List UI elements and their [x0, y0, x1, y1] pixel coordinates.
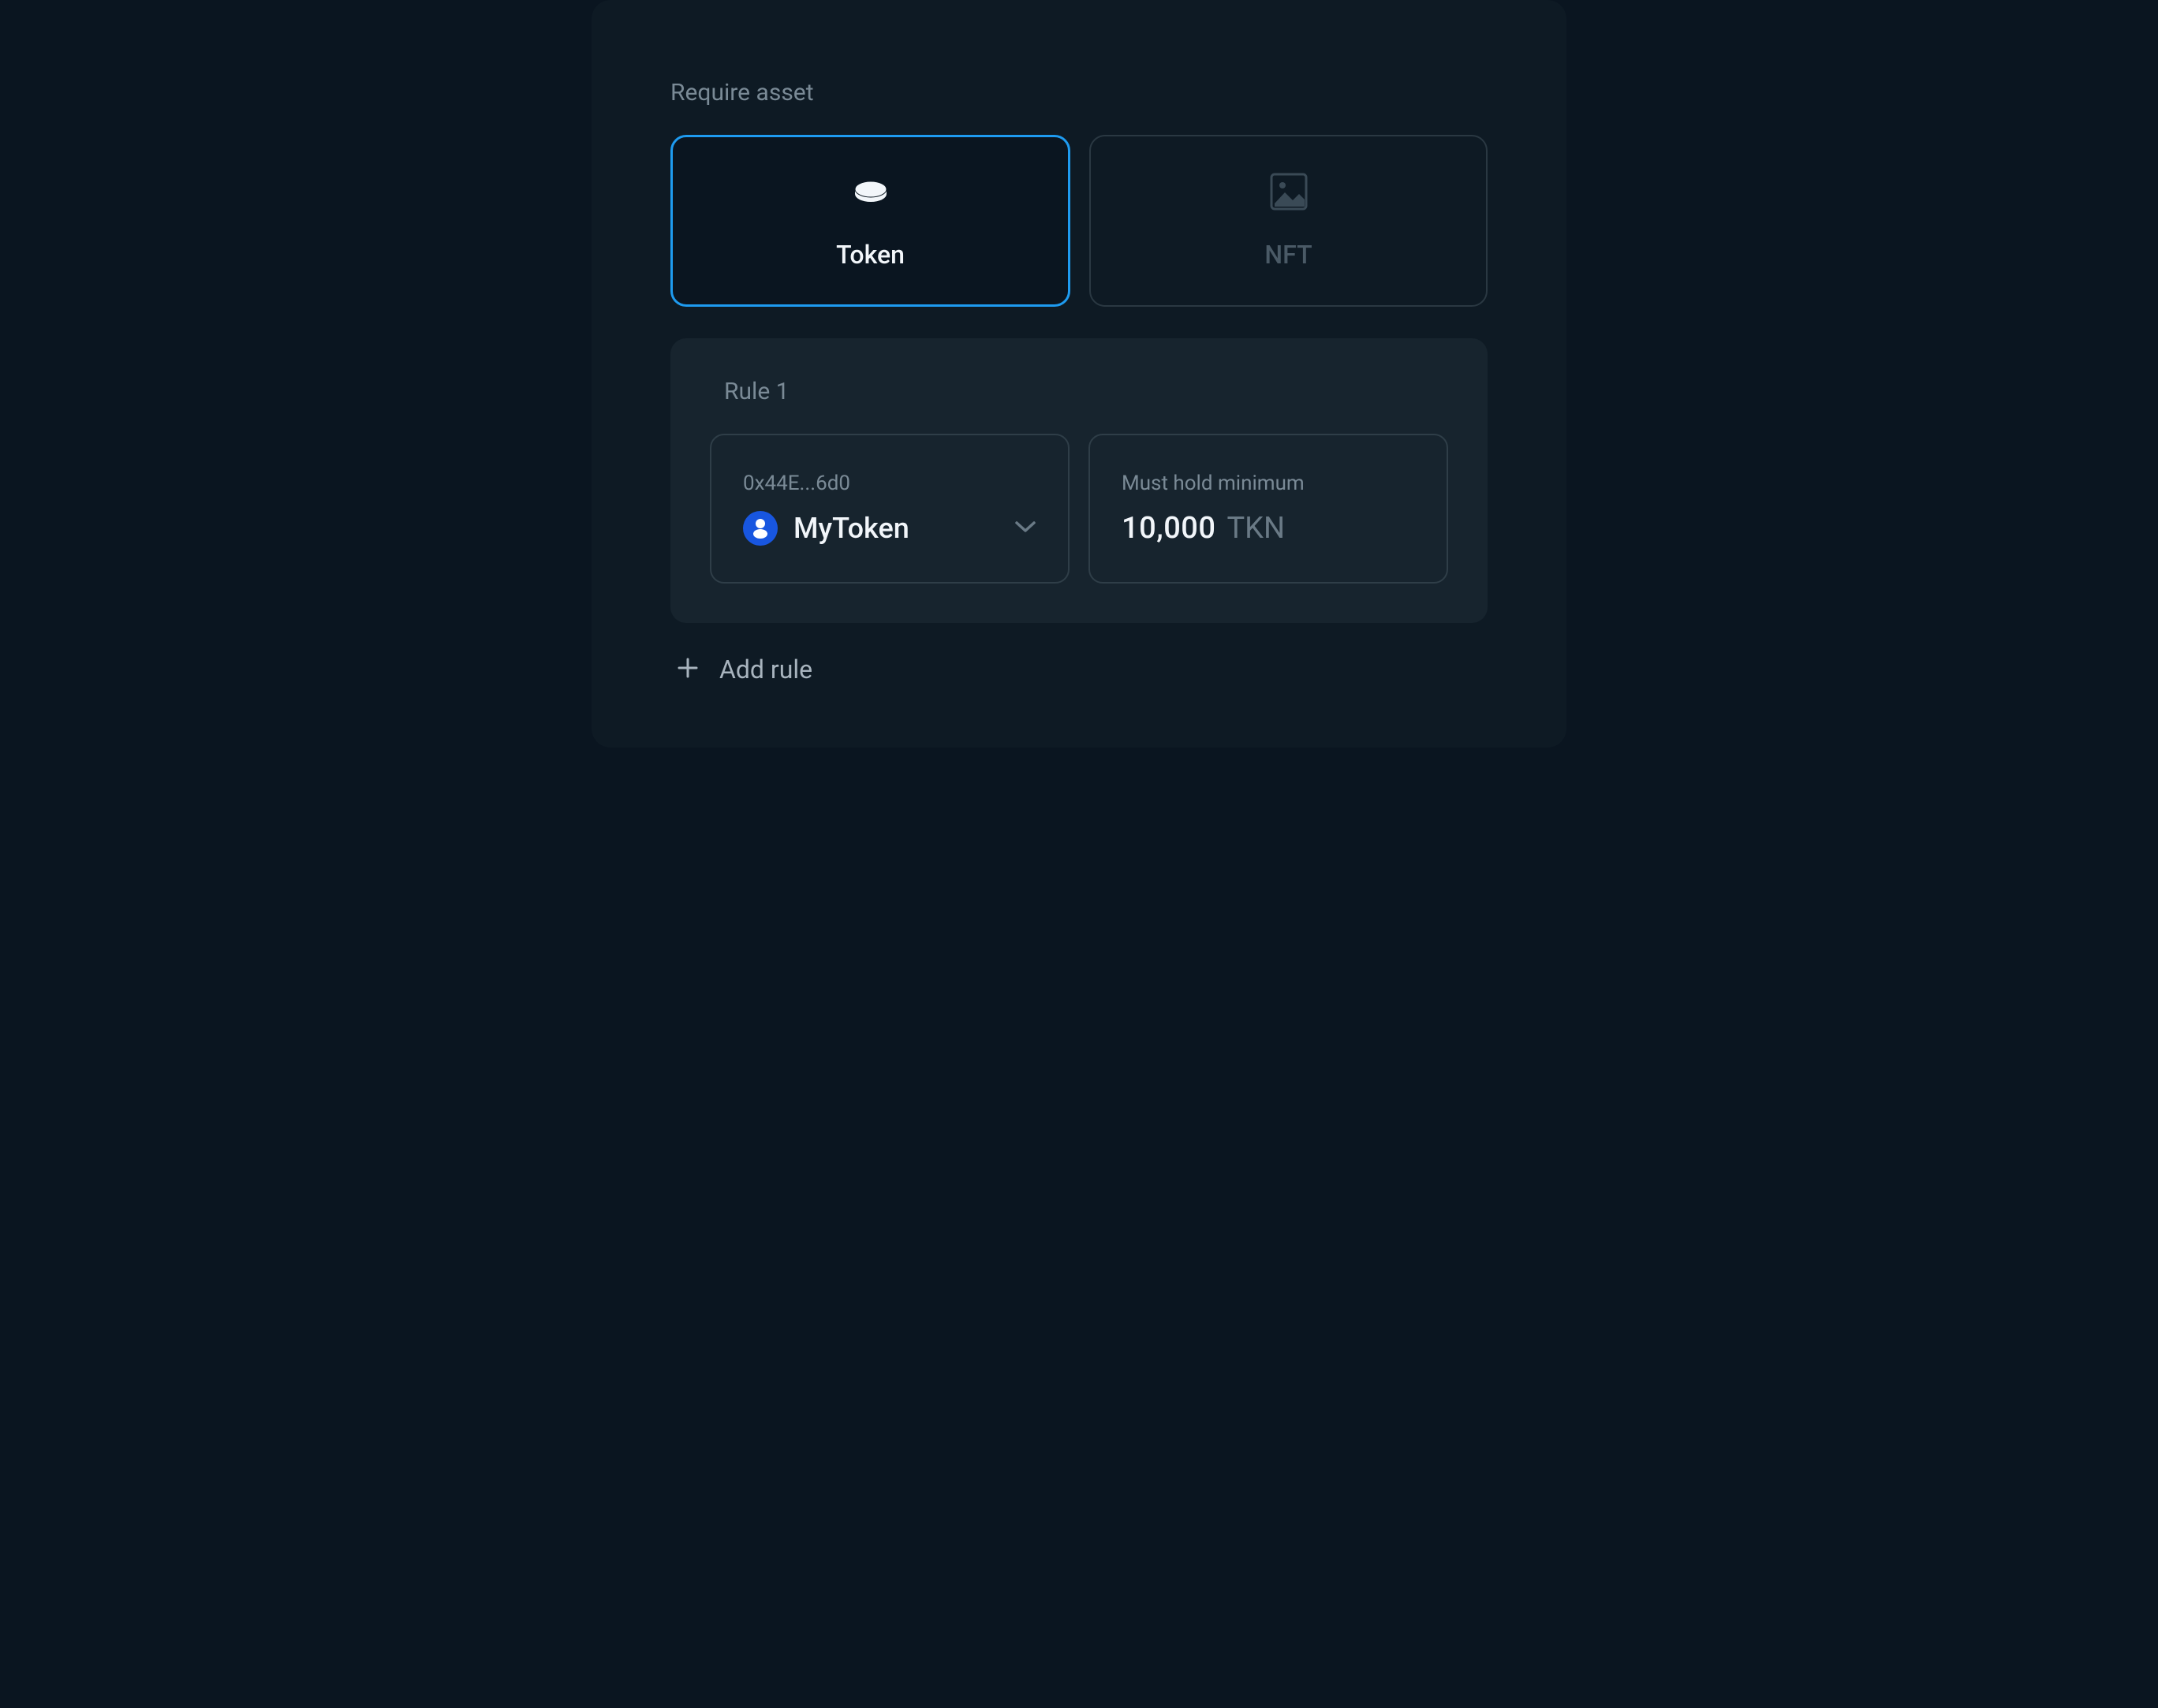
token-coin-icon [852, 172, 890, 211]
rule-title: Rule 1 [724, 378, 1448, 405]
minimum-label: Must hold minimum [1122, 472, 1415, 495]
minimum-amount: 10,000 [1122, 511, 1216, 546]
token-select-field[interactable]: 0x44E...6d0 MyToken [710, 434, 1070, 584]
require-asset-panel: Require asset Token NFT [592, 0, 1566, 748]
rules-block: Rule 1 0x44E...6d0 MyToken [670, 338, 1488, 623]
token-address-short: 0x44E...6d0 [743, 472, 1036, 495]
asset-type-token[interactable]: Token [670, 135, 1070, 307]
add-rule-button[interactable]: Add rule [670, 654, 1488, 684]
section-label: Require asset [670, 79, 1488, 106]
asset-type-selector: Token NFT [670, 135, 1488, 307]
rule-row: 0x44E...6d0 MyToken [710, 434, 1448, 584]
chevron-down-icon [1014, 520, 1036, 537]
asset-type-token-label: Token [836, 240, 905, 270]
image-icon [1269, 172, 1309, 211]
asset-type-nft-label: NFT [1264, 240, 1312, 270]
token-name: MyToken [793, 512, 999, 545]
asset-type-nft[interactable]: NFT [1089, 135, 1488, 307]
plus-icon [677, 657, 699, 682]
add-rule-label: Add rule [719, 654, 812, 684]
minimum-unit: TKN [1227, 511, 1286, 546]
minimum-hold-field[interactable]: Must hold minimum 10,000 TKN [1088, 434, 1448, 584]
token-avatar-icon [743, 511, 778, 546]
